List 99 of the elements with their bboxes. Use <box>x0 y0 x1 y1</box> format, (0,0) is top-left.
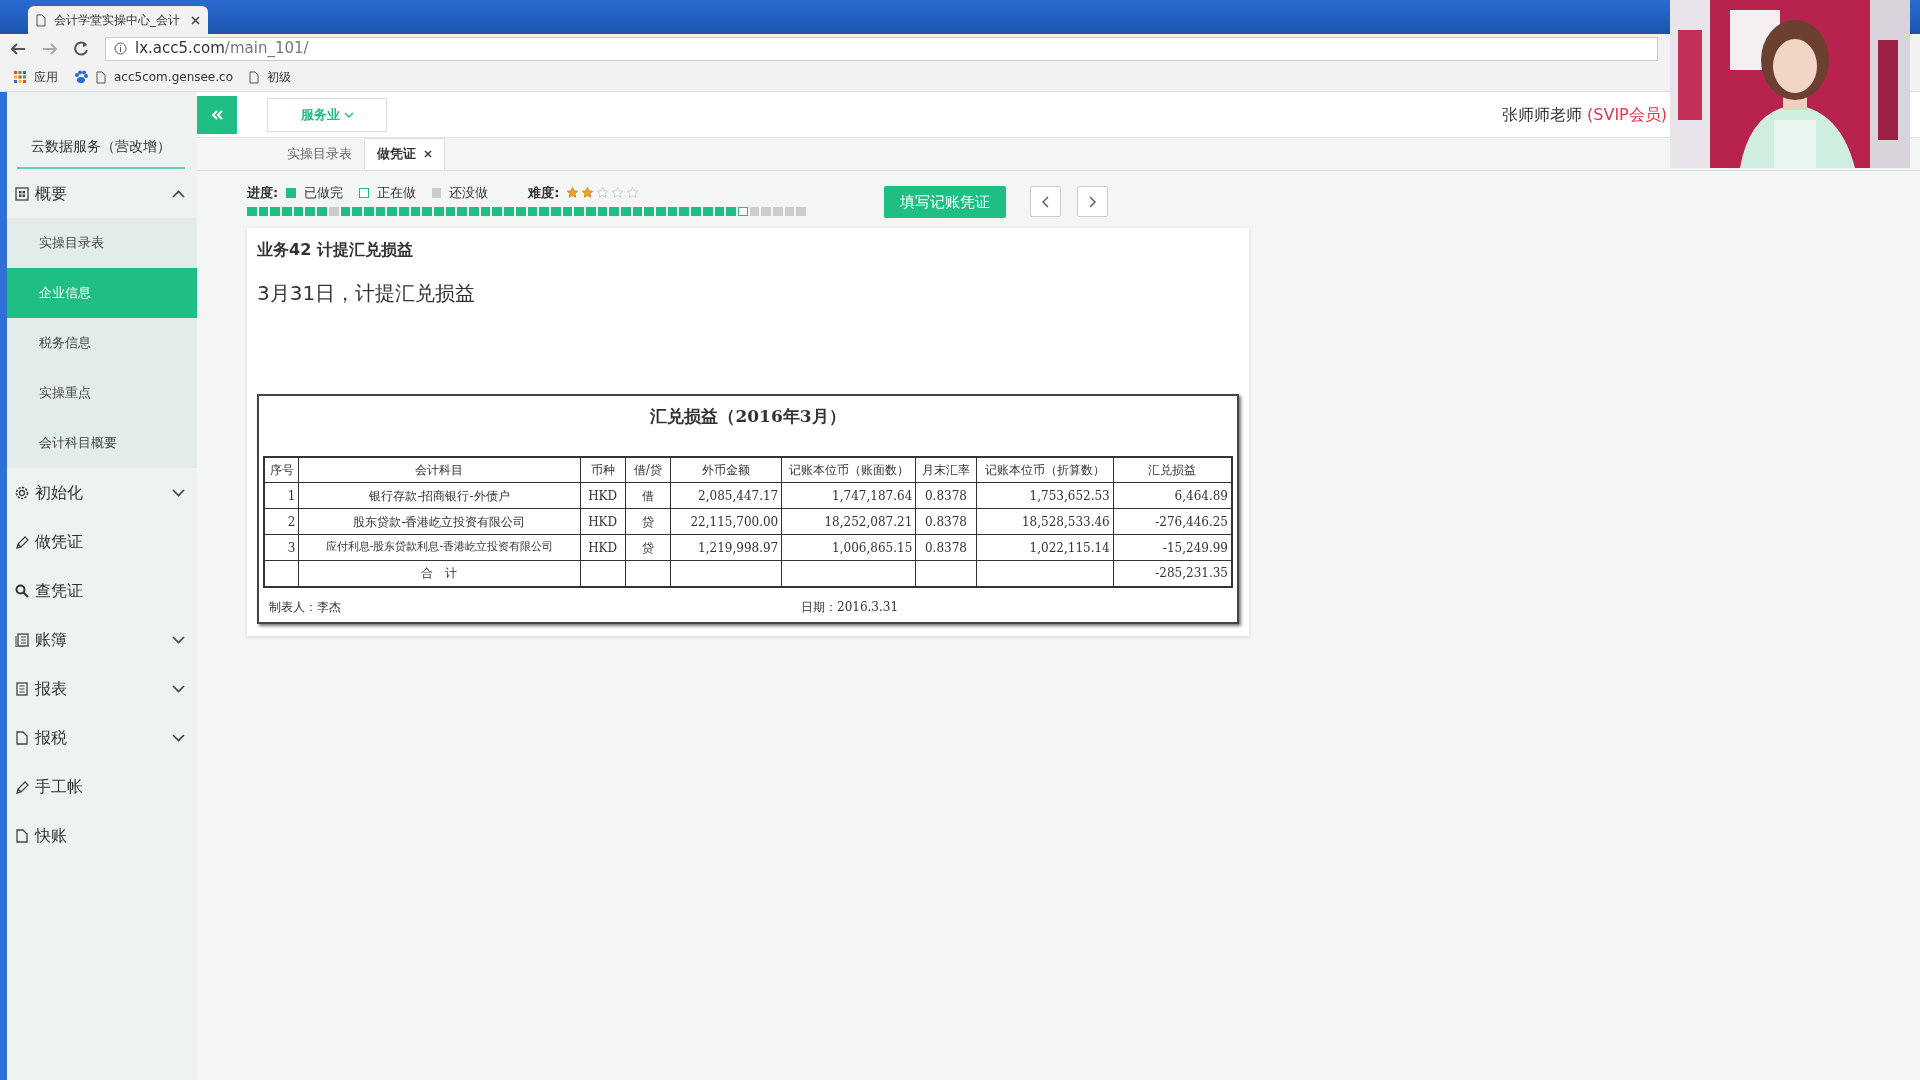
sidebar-item[interactable]: 报税 <box>35 725 166 750</box>
sidebar-title: 云数据服务（营改增） <box>17 92 185 169</box>
sidebar-item[interactable]: 快账 <box>35 823 185 848</box>
sidebar-item[interactable]: 做凭证 <box>35 529 185 554</box>
chevron-down-icon[interactable] <box>172 684 185 693</box>
table-cell: 1,006,865.15 <box>781 534 916 561</box>
file-icon <box>15 730 29 745</box>
table-cell: 1 <box>264 482 299 509</box>
table-cell: 1,753,652.53 <box>976 482 1114 509</box>
apps-icon <box>14 71 26 83</box>
chevron-down-icon[interactable] <box>172 488 185 497</box>
chevron-down-icon[interactable] <box>172 635 185 644</box>
submenu-item[interactable]: 实操目录表 <box>7 218 197 268</box>
address-field[interactable]: lx.acc5.com/main_101/ <box>105 36 1658 61</box>
table-cell: 18,252,087.21 <box>781 508 916 535</box>
table-cell: 股东贷款-香港屹立投资有限公司 <box>298 508 581 535</box>
column-header: 月末汇率 <box>915 456 977 483</box>
column-header: 序号 <box>264 456 299 483</box>
table-cell: 1,022,115.14 <box>976 534 1114 561</box>
pencil-icon <box>15 779 29 794</box>
legend-label: 已做完 <box>303 184 343 202</box>
table-cell: 22,115,700.00 <box>670 508 782 535</box>
column-header: 会计科目 <box>298 456 581 483</box>
column-header: 记账本位币（账面数） <box>781 456 916 483</box>
submenu-item[interactable]: 税务信息 <box>7 318 197 368</box>
reload-icon[interactable] <box>74 41 89 56</box>
star-icon <box>567 187 579 199</box>
pencil-icon <box>15 534 29 549</box>
user-name: 张师师老师 (SVIP会员) <box>1501 103 1667 126</box>
sidebar-item[interactable]: 初始化 <box>35 480 166 505</box>
chevron-down-icon <box>343 111 354 118</box>
sidebar-item[interactable]: 手工帐 <box>35 774 185 799</box>
page-tab[interactable]: 做凭证 <box>364 138 445 170</box>
table-cell: HKD <box>580 534 626 561</box>
table-cell: HKD <box>580 508 626 535</box>
table-cell: 应付利息-股东贷款利息-香港屹立投资有限公司 <box>298 534 581 561</box>
difficulty-label: 难度: <box>528 184 560 202</box>
page-icon <box>249 70 259 84</box>
double-chevron-icon <box>211 109 223 120</box>
back-icon[interactable] <box>10 41 26 56</box>
table-cell: 贷 <box>625 508 671 535</box>
star-icon <box>627 187 639 199</box>
table-cell: 银行存款-招商银行-外债户 <box>298 482 581 509</box>
address-text: lx.acc5.com/main_101/ <box>135 38 309 60</box>
tab-title: 会计学堂实操中心_会计 <box>54 12 181 29</box>
table-cell: 2,085,447.17 <box>670 482 782 509</box>
submenu-item[interactable]: 实操重点 <box>7 368 197 418</box>
star-icon <box>612 187 624 199</box>
progress-label: 进度: <box>247 184 279 202</box>
task-description: 3月31日，计提汇兑损益 <box>257 280 477 307</box>
column-header: 借/贷 <box>625 456 671 483</box>
submenu-item[interactable]: 会计科目概要 <box>7 418 197 468</box>
file-icon <box>15 828 29 843</box>
browser-tab[interactable]: 会计学堂实操中心_会计 <box>28 6 208 34</box>
grid-icon <box>15 186 29 201</box>
table-cell: 18,528,533.46 <box>976 508 1114 535</box>
table-cell: 0.8378 <box>915 508 977 535</box>
close-icon[interactable] <box>424 150 432 158</box>
bookmark[interactable]: 初级 <box>249 68 291 86</box>
table-cell: 借 <box>625 482 671 509</box>
book-icon <box>15 632 29 647</box>
sidebar-item[interactable]: 查凭证 <box>35 578 185 603</box>
info-icon <box>114 42 127 55</box>
sheet-title: 汇兑损益（2016年3月） <box>649 405 847 428</box>
table-cell: 2 <box>264 508 299 535</box>
paw-icon <box>74 70 88 84</box>
sidebar-item[interactable]: 概要 <box>35 181 166 206</box>
table-cell: 3 <box>264 534 299 561</box>
bookmark[interactable]: 应用 <box>14 68 58 86</box>
sidebar-item[interactable]: 账簿 <box>35 627 166 652</box>
table-cell: 贷 <box>625 534 671 561</box>
column-header: 币种 <box>580 456 626 483</box>
legend-label: 正在做 <box>376 184 416 202</box>
chevron-down-icon[interactable] <box>172 733 185 742</box>
close-icon[interactable] <box>191 15 200 25</box>
table-cell: 1,219,998.97 <box>670 534 782 561</box>
table-cell: 1,747,187.64 <box>781 482 916 509</box>
page-icon <box>96 70 106 84</box>
search-icon <box>15 583 29 598</box>
date-text: 日期：2016.3.31 <box>801 598 899 616</box>
bookmark[interactable]: acc5com.gensee.co <box>74 68 233 86</box>
page-tab[interactable]: 实操目录表 <box>275 138 364 170</box>
gear-icon <box>15 485 29 500</box>
column-header: 外币金额 <box>670 456 782 483</box>
table-cell: HKD <box>580 482 626 509</box>
list-icon <box>15 681 29 696</box>
table-cell: 0.8378 <box>915 482 977 509</box>
chevron-right-icon <box>1089 195 1096 208</box>
star-icon <box>597 187 609 199</box>
legend-label: 还没做 <box>449 184 489 202</box>
page-icon <box>36 13 46 27</box>
sidebar-item[interactable]: 报表 <box>35 676 166 701</box>
chevron-up-icon[interactable] <box>172 189 185 198</box>
table-cell: 0.8378 <box>915 534 977 561</box>
chevron-left-icon <box>1042 195 1049 208</box>
star-icon <box>582 187 594 199</box>
task-title: 业务42 计提汇兑损益 <box>257 239 414 261</box>
column-header: 记账本位币（折算数） <box>976 456 1114 483</box>
preparer-text: 制表人：李杰 <box>269 598 341 616</box>
